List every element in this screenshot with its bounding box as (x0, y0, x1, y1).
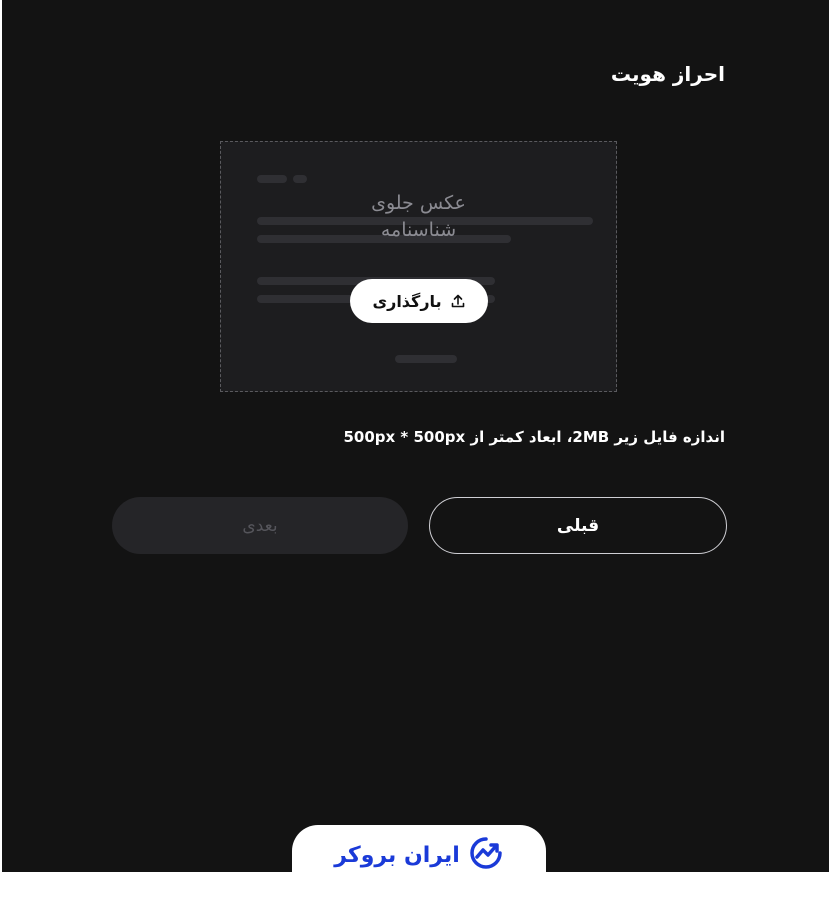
brand-chart-icon (468, 835, 504, 875)
upload-button[interactable]: بارگذاری (350, 279, 488, 323)
upload-icon (450, 293, 466, 309)
skeleton-line (395, 355, 457, 363)
verification-panel: احراز هویت عکس جلوی شناسنامه بارگذاری ان… (2, 0, 829, 872)
brand-logo: ایران بروکر (292, 825, 546, 885)
upload-button-label: بارگذاری (372, 291, 442, 311)
document-label: عکس جلوی شناسنامه (221, 190, 616, 244)
page-title: احراز هویت (610, 62, 725, 86)
document-label-line2: شناسنامه (380, 219, 457, 241)
upload-dropzone[interactable]: عکس جلوی شناسنامه بارگذاری (220, 141, 617, 392)
previous-button-label: قبلی (556, 515, 600, 536)
document-label-line1: عکس جلوی (371, 192, 466, 214)
file-size-note: اندازه فایل زیر 2MB، ابعاد کمتر از 500px… (343, 428, 725, 446)
previous-button[interactable]: قبلی (429, 497, 727, 554)
skeleton-line (257, 175, 287, 183)
brand-name: ایران بروکر (334, 842, 460, 868)
next-button-label: بعدی (242, 515, 278, 536)
skeleton-line (293, 175, 307, 183)
next-button[interactable]: بعدی (112, 497, 408, 554)
